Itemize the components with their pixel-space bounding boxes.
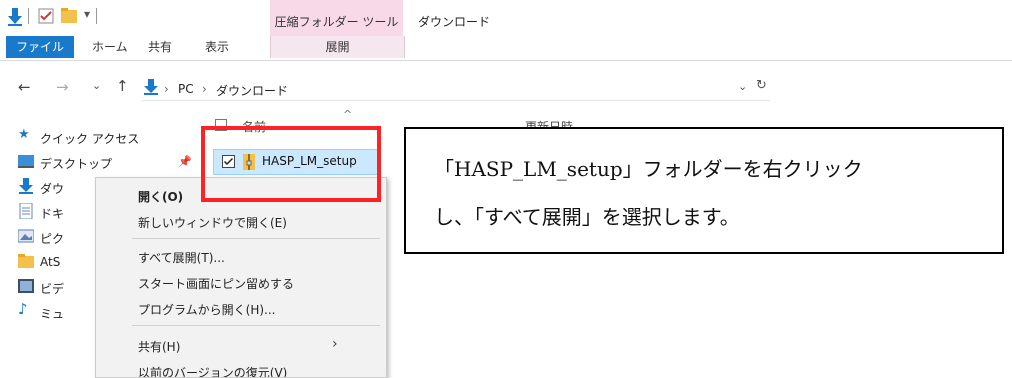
properties-checkbox-icon[interactable] xyxy=(38,8,54,24)
callout-line-1: 「HASP_LM_setup」フォルダーを右クリック xyxy=(434,157,863,181)
context-menu-item-open-new-window[interactable]: 新しいウィンドウで開く(E) xyxy=(96,209,386,235)
nav-quick-access[interactable]: ★ クイック アクセス xyxy=(18,124,178,148)
breadcrumb-downloads[interactable]: ダウンロード xyxy=(216,82,288,99)
address-dropdown-icon[interactable]: ⌄ xyxy=(738,80,747,93)
callout-line-2: し、「すべて展開」を選択します。 xyxy=(434,205,740,229)
context-menu-separator xyxy=(132,325,380,326)
window-title: ダウンロード xyxy=(418,15,491,29)
music-icon: ♪ xyxy=(18,300,28,318)
tab-extract[interactable]: 展開 xyxy=(270,36,405,58)
download-arrow-icon[interactable] xyxy=(8,8,22,26)
breadcrumb-separator: › xyxy=(164,82,169,96)
recent-locations-icon[interactable]: ⌄ xyxy=(92,79,101,92)
quick-access-toolbar: ▾ xyxy=(0,0,270,36)
toolbar-separator xyxy=(96,8,97,24)
highlight-box xyxy=(201,126,381,202)
compressed-folder-tools-label: 圧縮フォルダー ツール xyxy=(274,15,399,29)
address-bar[interactable]: › PC › ダウンロード ⌄ ↻ xyxy=(142,74,770,101)
context-menu-separator xyxy=(132,238,380,239)
pictures-icon xyxy=(18,229,34,243)
downloads-folder-icon xyxy=(144,79,158,95)
ribbon-divider xyxy=(0,60,1012,61)
breadcrumb-pc[interactable]: PC xyxy=(178,82,194,96)
instruction-callout: 「HASP_LM_setup」フォルダーを右クリック し、「すべて展開」を選択し… xyxy=(404,127,1004,254)
refresh-icon[interactable]: ↻ xyxy=(756,78,767,93)
context-menu-item-open-with[interactable]: プログラムから開く(H)... xyxy=(96,296,386,322)
pin-icon[interactable]: 📌 xyxy=(178,155,192,168)
desktop-icon xyxy=(18,155,34,168)
tab-file[interactable]: ファイル xyxy=(6,36,74,58)
star-icon: ★ xyxy=(18,127,30,142)
documents-icon xyxy=(19,203,33,219)
submenu-chevron-icon: › xyxy=(332,336,338,352)
context-menu-item-pin-to-start[interactable]: スタート画面にピン留めする xyxy=(96,270,386,296)
folder-icon xyxy=(18,254,34,268)
context-menu: 開く(O) 新しいウィンドウで開く(E) すべて展開(T)... スタート画面に… xyxy=(95,177,387,378)
nav-more-items xyxy=(20,368,90,376)
download-icon xyxy=(19,178,33,194)
up-arrow-icon[interactable]: ↑ xyxy=(116,77,129,95)
tab-share[interactable]: 共有 xyxy=(148,36,172,58)
context-menu-item-share[interactable]: 共有(H) › xyxy=(96,333,386,359)
sort-ascending-icon: ^ xyxy=(343,108,353,121)
videos-icon xyxy=(18,279,34,293)
customize-toolbar-icon[interactable]: ▾ xyxy=(84,7,90,21)
new-folder-icon[interactable] xyxy=(60,7,78,25)
back-arrow-icon[interactable]: ← xyxy=(18,78,31,96)
forward-arrow-icon[interactable]: → xyxy=(56,78,69,96)
context-menu-item-extract-all[interactable]: すべて展開(T)... xyxy=(96,244,386,270)
tab-view[interactable]: 表示 xyxy=(205,36,229,58)
breadcrumb-separator: › xyxy=(202,82,207,96)
tab-home[interactable]: ホーム xyxy=(92,36,128,58)
context-menu-item-restore-previous-versions[interactable]: 以前のバージョンの復元(V) xyxy=(96,359,386,377)
toolbar-separator xyxy=(28,8,29,24)
nav-item-desktop[interactable]: デスクトップ 📌 xyxy=(18,149,192,173)
